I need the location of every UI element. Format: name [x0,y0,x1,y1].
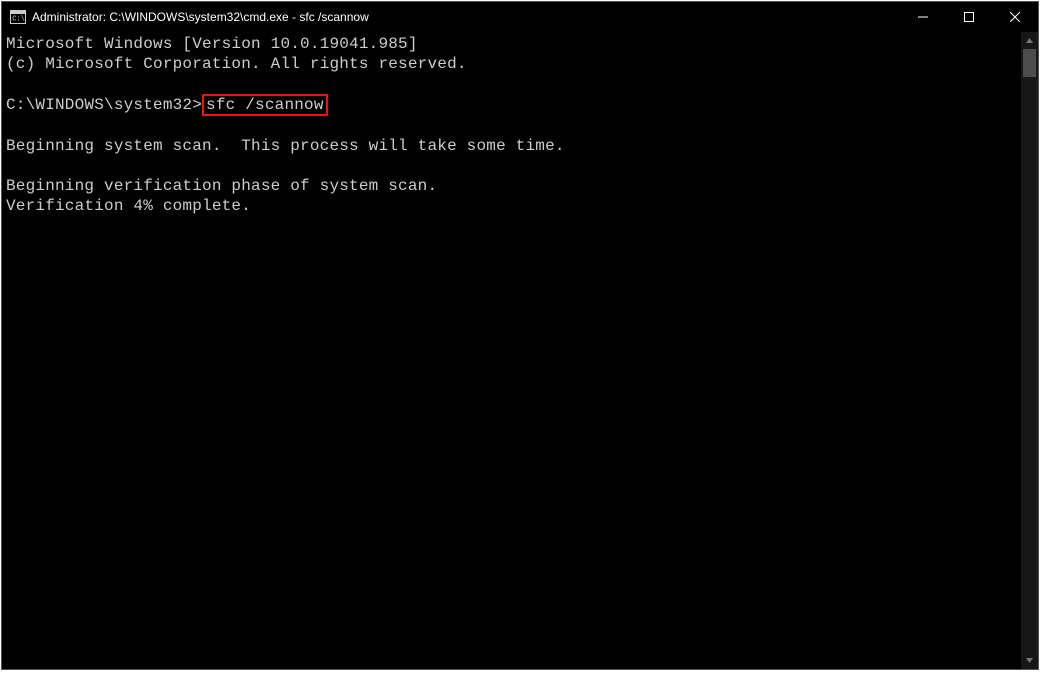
svg-text:C:\: C:\ [12,16,25,24]
output-blank [6,156,1017,176]
output-line: Beginning verification phase of system s… [6,176,1017,196]
minimize-button[interactable] [900,2,946,32]
output-blank [6,116,1017,136]
scroll-down-button[interactable] [1021,652,1038,669]
output-line: Beginning system scan. This process will… [6,136,1017,156]
output-line: Verification 4% complete. [6,196,1017,216]
scrollbar-track[interactable] [1021,49,1038,652]
cmd-icon: C:\ [10,9,26,25]
terminal-output[interactable]: Microsoft Windows [Version 10.0.19041.98… [2,32,1021,669]
window-title: Administrator: C:\WINDOWS\system32\cmd.e… [32,10,369,24]
vertical-scrollbar[interactable] [1021,32,1038,669]
scroll-up-button[interactable] [1021,32,1038,49]
scrollbar-thumb[interactable] [1023,49,1036,77]
titlebar[interactable]: C:\ Administrator: C:\WINDOWS\system32\c… [2,2,1038,32]
prompt: C:\WINDOWS\system32> [6,96,202,114]
cmd-window: C:\ Administrator: C:\WINDOWS\system32\c… [1,1,1039,670]
highlighted-command: sfc /scannow [202,94,328,116]
output-line: (c) Microsoft Corporation. All rights re… [6,54,1017,74]
client-area: Microsoft Windows [Version 10.0.19041.98… [2,32,1038,669]
prompt-line: C:\WINDOWS\system32>sfc /scannow [6,94,1017,116]
output-blank [6,74,1017,94]
close-button[interactable] [992,2,1038,32]
maximize-button[interactable] [946,2,992,32]
output-line: Microsoft Windows [Version 10.0.19041.98… [6,34,1017,54]
